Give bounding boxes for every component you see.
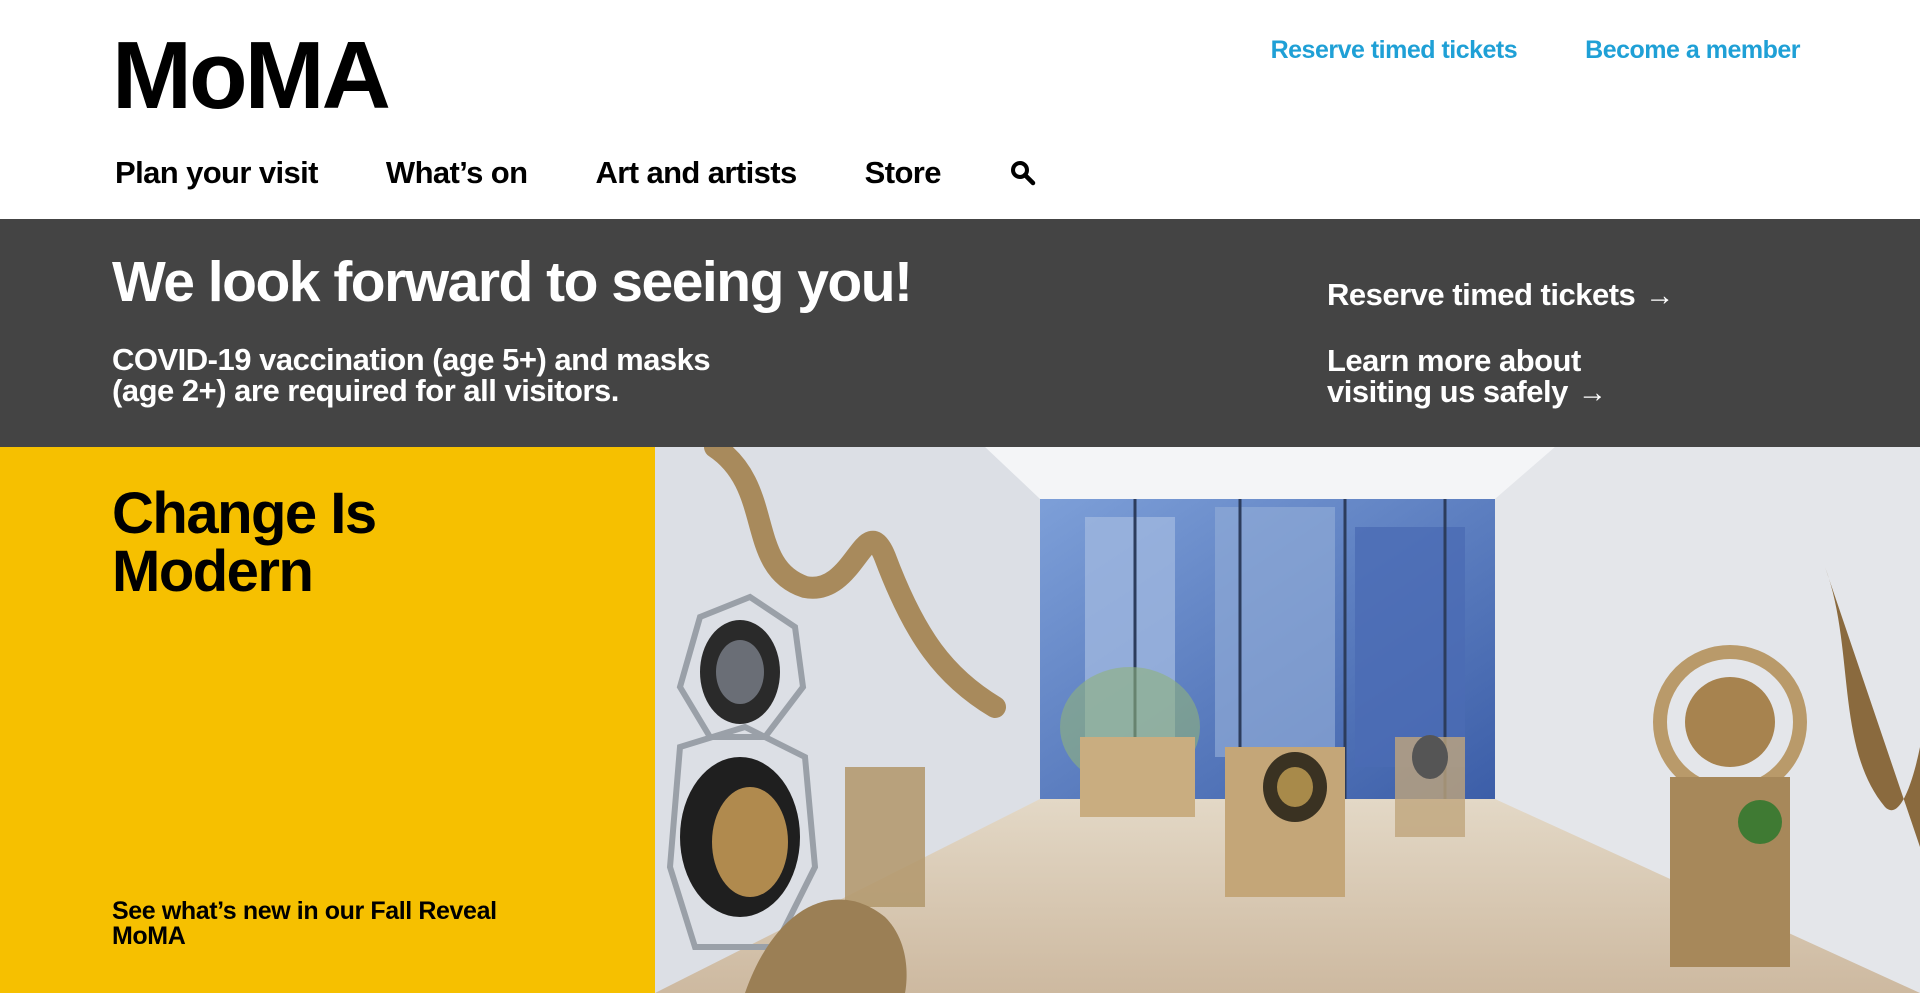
nav-art-and-artists[interactable]: Art and artists bbox=[595, 155, 797, 191]
banner-reserve-label: Reserve timed tickets bbox=[1327, 277, 1636, 312]
hero-title[interactable]: Change Is Modern bbox=[112, 485, 592, 601]
gallery-installation-image[interactable] bbox=[655, 447, 1920, 993]
cta-line-1: See what’s new in our Fall Reveal bbox=[112, 897, 497, 925]
reserve-tickets-link[interactable]: Reserve timed tickets bbox=[1271, 36, 1518, 65]
nav-store[interactable]: Store bbox=[865, 155, 942, 191]
fall-reveal-link[interactable]: See what’s new in our Fall Reveal MoMA bbox=[112, 899, 572, 949]
nav-plan-your-visit[interactable]: Plan your visit bbox=[115, 155, 319, 191]
notice-line-2: (age 2+) are required for all visitors. bbox=[112, 373, 619, 408]
notice-line-1: COVID-19 vaccination (age 5+) and masks bbox=[112, 342, 711, 377]
site-header: MoMA Reserve timed tickets Become a memb… bbox=[0, 0, 1920, 219]
visitor-banner: We look forward to seeing you! COVID-19 … bbox=[0, 219, 1920, 447]
become-member-link[interactable]: Become a member bbox=[1585, 36, 1800, 65]
banner-links: Reserve timed tickets → Learn more about … bbox=[1327, 279, 1807, 408]
learn-more-line-2: visiting us safely bbox=[1327, 374, 1568, 409]
hero-panel: Change Is Modern See what’s new in our F… bbox=[0, 447, 655, 993]
hero-title-line-1: Change Is bbox=[112, 481, 377, 546]
banner-reserve-tickets-link[interactable]: Reserve timed tickets → bbox=[1327, 279, 1807, 311]
hero-title-line-2: Modern bbox=[112, 539, 314, 604]
utility-links: Reserve timed tickets Become a member bbox=[1271, 36, 1801, 65]
learn-more-safely-link[interactable]: Learn more about visiting us safely → bbox=[1327, 345, 1807, 408]
cta-line-2: MoMA bbox=[112, 922, 186, 950]
moma-logo[interactable]: MoMA bbox=[112, 28, 391, 124]
main-nav: Plan your visit What’s on Art and artist… bbox=[115, 155, 1037, 191]
banner-title: We look forward to seeing you! bbox=[112, 250, 913, 314]
search-icon[interactable] bbox=[1009, 159, 1037, 187]
arrow-right-icon: → bbox=[1577, 377, 1607, 409]
covid-notice: COVID-19 vaccination (age 5+) and masks … bbox=[112, 344, 832, 406]
arrow-right-icon: → bbox=[1645, 280, 1674, 312]
learn-more-line-1: Learn more about bbox=[1327, 343, 1581, 378]
nav-whats-on[interactable]: What’s on bbox=[386, 155, 528, 191]
